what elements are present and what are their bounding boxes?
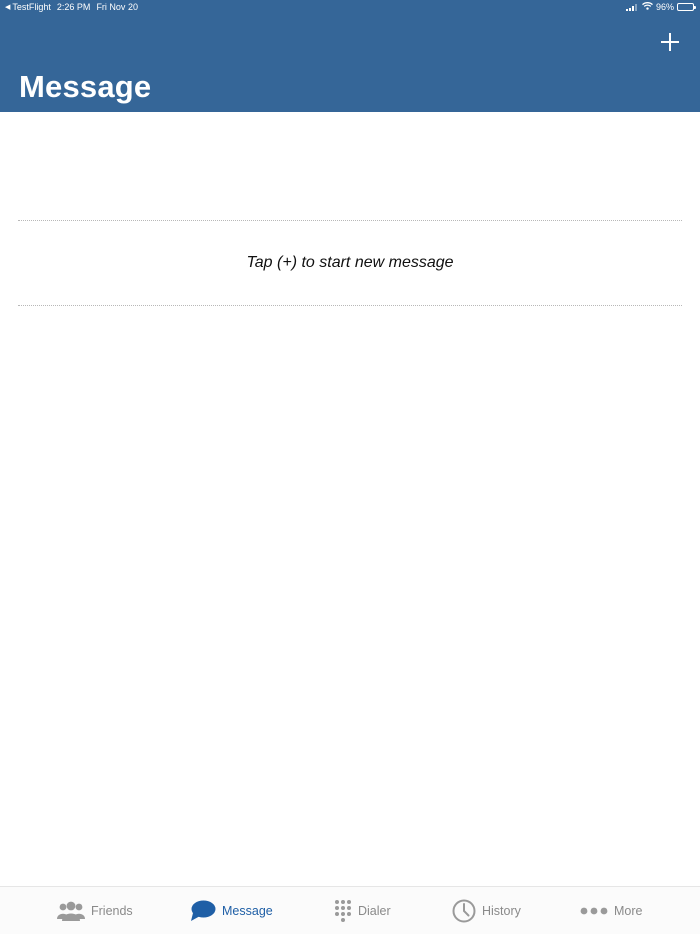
tab-dialer[interactable]: Dialer: [334, 887, 391, 934]
tab-friends[interactable]: Friends: [57, 887, 133, 934]
divider-bottom: [18, 305, 682, 306]
tab-dialer-label: Dialer: [358, 904, 391, 918]
tab-message[interactable]: Message: [190, 887, 273, 934]
tab-message-label: Message: [222, 904, 273, 918]
message-bubble-icon: [190, 900, 216, 922]
tab-friends-label: Friends: [91, 904, 133, 918]
navigation-header: ◀ TestFlight 2:26 PM Fri Nov 20 96% Mess…: [0, 0, 700, 112]
tab-more[interactable]: More: [580, 887, 642, 934]
back-arrow-icon[interactable]: ◀: [5, 3, 10, 11]
page-title: Message: [19, 69, 152, 104]
friends-icon: [57, 901, 85, 921]
divider-top: [18, 220, 682, 221]
cellular-signal-icon: [625, 3, 638, 11]
status-bar: ◀ TestFlight 2:26 PM Fri Nov 20 96%: [0, 0, 700, 14]
tab-history-label: History: [482, 904, 521, 918]
status-left: ◀ TestFlight 2:26 PM Fri Nov 20: [5, 2, 144, 12]
new-message-plus-button[interactable]: [658, 30, 682, 54]
battery-icon: [677, 3, 696, 11]
tab-more-label: More: [614, 904, 643, 918]
status-right: 96%: [625, 2, 696, 12]
wifi-icon: [642, 2, 653, 12]
clock-icon: [452, 899, 476, 923]
back-app-label[interactable]: TestFlight: [12, 2, 51, 12]
more-dots-icon: [580, 907, 608, 915]
tab-history[interactable]: History: [452, 887, 521, 934]
tab-bar: Friends Message Dialer History More: [0, 886, 700, 934]
battery-percent: 96%: [655, 2, 674, 12]
dialpad-icon: [334, 899, 352, 923]
status-time: 2:26 PM: [56, 2, 91, 12]
empty-state-hint: Tap (+) to start new message: [246, 254, 454, 271]
status-date: Fri Nov 20: [96, 2, 138, 12]
